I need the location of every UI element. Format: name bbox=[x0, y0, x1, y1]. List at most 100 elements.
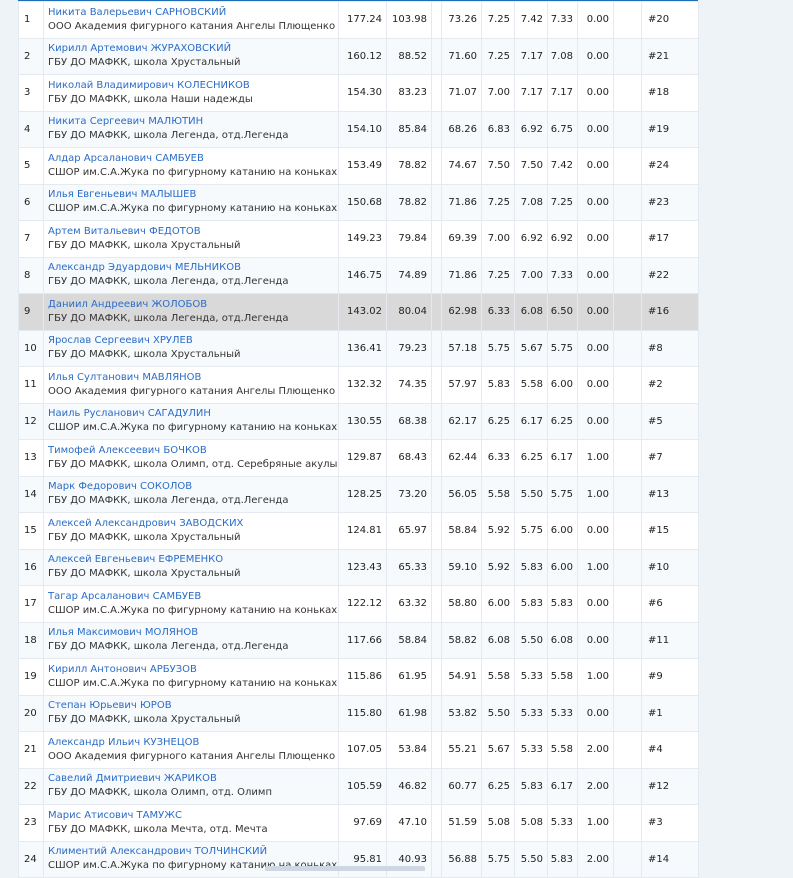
skater-name-link[interactable]: Тимофей Алексеевич БОЧКОВ bbox=[48, 444, 338, 458]
table-row: 2 Кирилл Артемович ЖУРАХОВСКИЙ ГБУ ДО МАФК… bbox=[18, 37, 699, 75]
component-3-cell: 6.00 bbox=[547, 512, 578, 550]
place-cell: 16 bbox=[18, 548, 44, 586]
empty-cell bbox=[431, 329, 442, 367]
skater-name-link[interactable]: Марис Атисович ТАМУЖС bbox=[48, 809, 338, 823]
table-row: 16 Алексей Евгеньевич ЕФРЕМЕНКО ГБУ ДО МАФ… bbox=[18, 548, 699, 586]
component-3-cell: 7.42 bbox=[547, 147, 578, 185]
skater-name-link[interactable]: Кирилл Антонович АРБУЗОВ bbox=[48, 663, 338, 677]
skater-name-link[interactable]: Илья Султанович МАВЛЯНОВ bbox=[48, 371, 338, 385]
skater-cell: Никита Сергеевич МАЛЮТИН ГБУ ДО МАФКК, шк… bbox=[43, 110, 339, 148]
component-1-cell: 6.00 bbox=[481, 585, 515, 623]
club-name: ГБУ ДО МАФКК, школа Хрустальный bbox=[48, 568, 241, 580]
club-name: ГБУ ДО МАФКК, школа Легенда, отд.Легенда bbox=[48, 276, 289, 288]
start-number-cell: #21 bbox=[641, 37, 699, 75]
component-3-cell: 5.58 bbox=[547, 658, 578, 696]
component-2-cell: 5.75 bbox=[514, 512, 548, 550]
skater-name-link[interactable]: Кирилл Артемович ЖУРАХОВСКИЙ bbox=[48, 42, 338, 56]
total-score-cell: 146.75 bbox=[338, 256, 387, 294]
empty-cell bbox=[431, 767, 442, 805]
component-1-cell: 7.00 bbox=[481, 74, 515, 112]
deductions-cell: 1.00 bbox=[577, 548, 614, 586]
skater-name-link[interactable]: Алексей Александрович ЗАВОДСКИХ bbox=[48, 517, 338, 531]
empty-cell bbox=[613, 585, 642, 623]
empty-cell bbox=[613, 439, 642, 477]
element-score-cell: 79.23 bbox=[386, 329, 432, 367]
component-3-cell: 6.17 bbox=[547, 767, 578, 805]
skater-name-link[interactable]: Илья Евгеньевич МАЛЫШЕВ bbox=[48, 188, 338, 202]
component-1-cell: 6.83 bbox=[481, 110, 515, 148]
component-1-cell: 6.33 bbox=[481, 293, 515, 331]
skater-cell: Артем Витальевич ФЕДОТОВ ГБУ ДО МАФКК, шк… bbox=[43, 220, 339, 258]
empty-cell bbox=[613, 731, 642, 769]
skater-name-link[interactable]: Савелий Дмитриевич ЖАРИКОВ bbox=[48, 772, 338, 786]
component-1-cell: 5.08 bbox=[481, 804, 515, 842]
skater-cell: Ярослав Сергеевич ХРУЛЕВ ГБУ ДО МАФКК, шк… bbox=[43, 329, 339, 367]
component-3-cell: 5.33 bbox=[547, 804, 578, 842]
component-3-cell: 6.00 bbox=[547, 366, 578, 404]
skater-name-link[interactable]: Александр Эдуардович МЕЛЬНИКОВ bbox=[48, 261, 338, 275]
table-row: 10 Ярослав Сергеевич ХРУЛЕВ ГБУ ДО МАФКК, … bbox=[18, 329, 699, 367]
element-score-cell: 83.23 bbox=[386, 74, 432, 112]
club-name: СШОР им.С.А.Жука по фигурному катанию на… bbox=[48, 604, 338, 616]
component-1-cell: 7.00 bbox=[481, 220, 515, 258]
empty-cell bbox=[431, 512, 442, 550]
skater-name-link[interactable]: Тагар Арсаланович САМБУЕВ bbox=[48, 590, 338, 604]
skater-name-link[interactable]: Никита Валерьевич САРНОВСКИЙ bbox=[48, 6, 338, 20]
skater-name-link[interactable]: Марк Федорович СОКОЛОВ bbox=[48, 480, 338, 494]
component-score-cell: 51.59 bbox=[441, 804, 482, 842]
skater-name-link[interactable]: Никита Сергеевич МАЛЮТИН bbox=[48, 115, 338, 129]
club-name: ООО Академия фигурного катания Ангелы Пл… bbox=[48, 750, 336, 762]
component-2-cell: 7.00 bbox=[514, 256, 548, 294]
place-cell: 14 bbox=[18, 475, 44, 513]
empty-cell bbox=[613, 840, 642, 878]
place-cell: 20 bbox=[18, 694, 44, 732]
component-1-cell: 5.83 bbox=[481, 366, 515, 404]
table-row: 13 Тимофей Алексеевич БОЧКОВ ГБУ ДО МАФКК,… bbox=[18, 439, 699, 477]
component-3-cell: 5.83 bbox=[547, 840, 578, 878]
skater-name-link[interactable]: Климентий Александрович ТОЛЧИНСКИЙ bbox=[48, 845, 338, 859]
total-score-cell: 115.86 bbox=[338, 658, 387, 696]
component-3-cell: 5.33 bbox=[547, 694, 578, 732]
component-1-cell: 5.58 bbox=[481, 475, 515, 513]
component-3-cell: 5.75 bbox=[547, 329, 578, 367]
component-score-cell: 57.97 bbox=[441, 366, 482, 404]
element-score-cell: 47.10 bbox=[386, 804, 432, 842]
empty-cell bbox=[613, 1, 642, 39]
empty-cell bbox=[431, 402, 442, 440]
element-score-cell: 58.84 bbox=[386, 621, 432, 659]
component-2-cell: 7.17 bbox=[514, 37, 548, 75]
total-score-cell: 160.12 bbox=[338, 37, 387, 75]
component-score-cell: 59.10 bbox=[441, 548, 482, 586]
component-2-cell: 7.42 bbox=[514, 1, 548, 39]
skater-name-link[interactable]: Даниил Андреевич ЖОЛОБОВ bbox=[48, 298, 338, 312]
empty-cell bbox=[431, 147, 442, 185]
component-2-cell: 5.67 bbox=[514, 329, 548, 367]
skater-name-link[interactable]: Алексей Евгеньевич ЕФРЕМЕНКО bbox=[48, 553, 338, 567]
component-2-cell: 5.83 bbox=[514, 767, 548, 805]
table-row: 24 Климентий Александрович ТОЛЧИНСКИЙ СШОР… bbox=[18, 840, 699, 878]
start-number-cell: #20 bbox=[641, 1, 699, 39]
skater-name-link[interactable]: Артем Витальевич ФЕДОТОВ bbox=[48, 225, 338, 239]
component-2-cell: 5.50 bbox=[514, 475, 548, 513]
start-number-cell: #6 bbox=[641, 585, 699, 623]
element-score-cell: 80.04 bbox=[386, 293, 432, 331]
skater-name-link[interactable]: Ярослав Сергеевич ХРУЛЕВ bbox=[48, 334, 338, 348]
component-3-cell: 6.75 bbox=[547, 110, 578, 148]
skater-name-link[interactable]: Илья Максимович МОЛЯНОВ bbox=[48, 626, 338, 640]
skater-name-link[interactable]: Алдар Арсаланович САМБУЕВ bbox=[48, 152, 338, 166]
skater-name-link[interactable]: Наиль Русланович САГАДУЛИН bbox=[48, 407, 338, 421]
skater-name-link[interactable]: Степан Юрьевич ЮРОВ bbox=[48, 699, 338, 713]
element-score-cell: 65.33 bbox=[386, 548, 432, 586]
total-score-cell: 117.66 bbox=[338, 621, 387, 659]
component-score-cell: 71.07 bbox=[441, 74, 482, 112]
component-1-cell: 7.25 bbox=[481, 1, 515, 39]
place-cell: 11 bbox=[18, 366, 44, 404]
component-3-cell: 6.17 bbox=[547, 439, 578, 477]
scroll-indicator[interactable] bbox=[265, 866, 425, 871]
component-3-cell: 6.92 bbox=[547, 220, 578, 258]
club-name: ГБУ ДО МАФКК, школа Мечта, отд. Мечта bbox=[48, 823, 268, 835]
skater-name-link[interactable]: Николай Владимирович КОЛЕСНИКОВ bbox=[48, 79, 338, 93]
start-number-cell: #4 bbox=[641, 731, 699, 769]
skater-name-link[interactable]: Александр Ильич КУЗНЕЦОВ bbox=[48, 736, 338, 750]
total-score-cell: 115.80 bbox=[338, 694, 387, 732]
